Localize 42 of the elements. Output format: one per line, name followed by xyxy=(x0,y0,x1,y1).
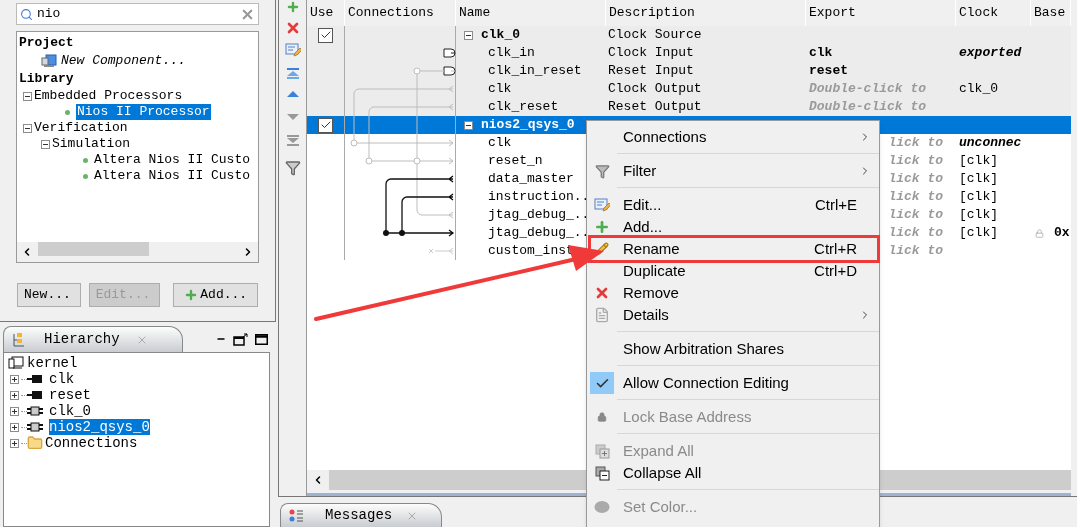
tree-heading: Project xyxy=(19,35,74,50)
tab-title: Messages xyxy=(325,506,393,525)
component-name: clk_0 xyxy=(481,26,520,44)
table-cell: Reset Input xyxy=(608,63,694,78)
table-cell: lick to xyxy=(888,134,943,152)
table-cell: Clock Source xyxy=(608,27,702,42)
table-cell: clk xyxy=(809,44,833,62)
table-cell-text: jtag_debug_.. xyxy=(487,206,590,224)
table-cell: lick to xyxy=(888,242,943,260)
table-cell: unconnec xyxy=(959,135,1022,150)
table-cell-text: clk_in xyxy=(487,44,535,62)
table-cell: [clk] xyxy=(959,189,998,204)
table-cell: exported xyxy=(959,45,1022,60)
table-cell-text: instruction.. xyxy=(487,188,590,206)
table-cell-text: clk_in_reset xyxy=(487,62,582,80)
table-cell: reset xyxy=(809,62,848,80)
component-name: nios2_qsys_0 xyxy=(481,116,575,134)
table-cell-text: clk xyxy=(487,80,512,98)
table-cell: [clk] xyxy=(959,153,998,168)
table-cell: lick to xyxy=(888,152,943,170)
table-cell-text: clk xyxy=(487,134,512,152)
table-cell: clk_0 xyxy=(959,81,998,96)
table-cell: Double-click to xyxy=(809,80,927,98)
table-cell: Double-click to xyxy=(809,98,927,116)
table-cell-text: data_master xyxy=(487,170,574,188)
table-cell-text: jtag_debug_.. xyxy=(487,224,590,242)
table-cell-text: reset_n xyxy=(487,152,543,170)
table-cell: lick to xyxy=(888,224,943,242)
table-cell: lick to xyxy=(888,170,943,188)
table-cell: [clk] xyxy=(959,207,998,222)
table-cell: [clk] xyxy=(959,171,998,186)
table-cell: lick to xyxy=(888,206,943,224)
table-cell: [clk] xyxy=(959,225,998,240)
tab-title: Hierarchy xyxy=(44,330,120,349)
table-cell: Clock Input xyxy=(608,45,694,60)
table-cell-text: clk_reset xyxy=(487,98,559,116)
table-cell: 0x xyxy=(1054,224,1070,242)
table-cell: Reset Output xyxy=(608,99,702,114)
table-cell-text: custom_inst xyxy=(487,242,574,260)
table-cell: lick to xyxy=(888,188,943,206)
table-cell: Clock Output xyxy=(608,81,702,96)
tree-heading: Library xyxy=(19,70,74,86)
